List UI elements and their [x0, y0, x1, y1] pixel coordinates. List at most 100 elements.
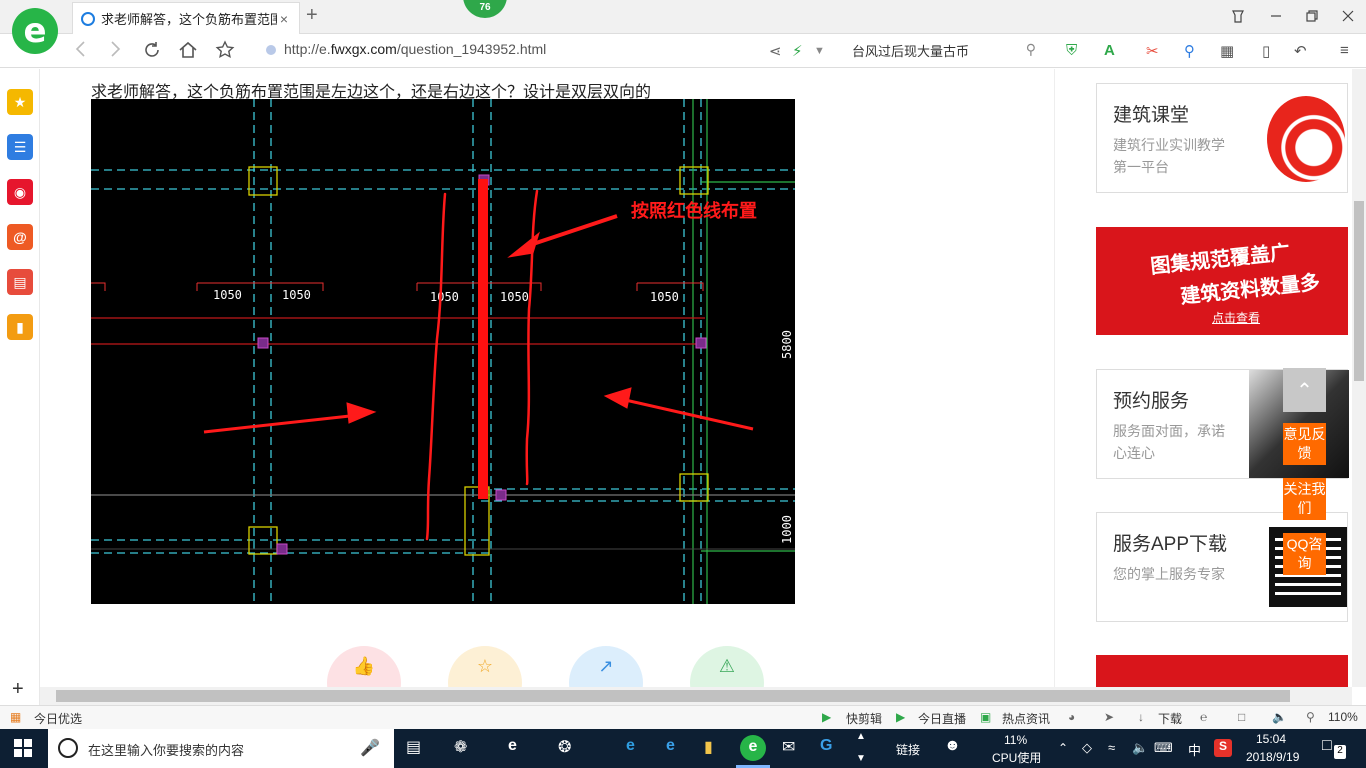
status-item[interactable]: 热点资讯 — [1002, 710, 1050, 727]
speed-icon[interactable]: ◕ — [1068, 710, 1075, 724]
app-swirl-icon[interactable]: ❂ — [558, 737, 571, 757]
feedback-button[interactable]: 意见反馈 — [1283, 423, 1326, 465]
cad-drawing-image: 1050 1050 1050 1050 1050 5800 1000 按照红色线… — [91, 99, 795, 604]
people-icon[interactable]: ☻ — [944, 737, 961, 755]
url-field[interactable]: http://e.fwxgx.com/question_1943952.html — [266, 41, 546, 57]
search-icon[interactable]: ⚲ — [1026, 41, 1036, 58]
back-to-top-icon[interactable]: ⌃ — [1283, 368, 1326, 412]
add-sidebar-button[interactable]: + — [12, 678, 24, 701]
close-icon[interactable] — [1340, 8, 1356, 27]
zoom-level[interactable]: 110% — [1328, 710, 1358, 724]
edge-icon[interactable]: e — [626, 737, 635, 755]
promo-banner[interactable]: 图集规范覆盖广 建筑资料数量多 点击查看 — [1096, 227, 1348, 335]
new-tab-button[interactable]: + — [306, 4, 318, 27]
app-g-icon[interactable]: G — [820, 737, 832, 755]
ime-indicator[interactable]: 中 — [1188, 740, 1201, 759]
volume-tray-icon[interactable]: 🔈 — [1132, 740, 1148, 756]
browser-logo-icon[interactable]: e — [12, 8, 58, 54]
security-shield-icon[interactable]: ⛨ — [1066, 42, 1077, 59]
dim-label: 1050 — [213, 288, 242, 302]
cad-drawing-svg: 1050 1050 1050 1050 1050 5800 1000 按照红色线… — [91, 99, 795, 604]
windows-start-icon[interactable] — [14, 739, 32, 762]
status-left-label[interactable]: 今日优选 — [34, 710, 82, 727]
back-icon[interactable] — [74, 40, 88, 63]
speed-mode-icon[interactable]: ⚡ — [792, 42, 803, 60]
tray-expand-icon[interactable]: ⌃ — [1058, 741, 1068, 755]
card-desc: 服务面对面，承诺心连心 — [1113, 423, 1225, 461]
left-sidebar — [0, 69, 40, 706]
browser-e-icon[interactable]: e — [508, 737, 517, 755]
clock-time[interactable]: 15:04 — [1256, 732, 1286, 746]
dim-label: 1050 — [500, 290, 529, 304]
magnifier-icon[interactable]: ⚲ — [1184, 42, 1195, 60]
sogou-ime-icon[interactable]: S — [1214, 739, 1232, 757]
notes-icon[interactable]: ▮ — [7, 314, 33, 340]
forward-icon[interactable] — [108, 40, 122, 63]
pinwheel-app-icon[interactable]: ❁ — [454, 737, 467, 757]
task-view-icon[interactable]: ▤ — [406, 737, 421, 757]
minimize-icon[interactable] — [1268, 8, 1284, 27]
weibo-icon[interactable]: ◉ — [7, 179, 33, 205]
tray-app-icon[interactable]: ◇ — [1082, 740, 1092, 756]
file-explorer-icon[interactable]: ▮ — [704, 737, 713, 757]
maximize-icon[interactable] — [1304, 8, 1320, 27]
volume-icon[interactable]: 🔈 — [1272, 710, 1287, 724]
scrollbar-thumb[interactable] — [1354, 201, 1364, 381]
vertical-scrollbar[interactable] — [1352, 69, 1366, 687]
screenshot-icon[interactable]: ✂ — [1146, 42, 1159, 60]
browser-tab[interactable]: 求老师解答，这个负筋布置范围是 × — [72, 2, 300, 34]
mobile-icon[interactable]: ▯ — [1262, 42, 1270, 60]
card-building-class[interactable]: 建筑课堂 建筑行业实训教学第一平台 — [1096, 83, 1348, 193]
home-icon[interactable] — [178, 40, 198, 65]
undo-icon[interactable]: ↶ — [1294, 42, 1307, 60]
horizontal-scrollbar[interactable] — [40, 687, 1352, 705]
taskbar-scroll-up-icon[interactable]: ▲ — [856, 731, 866, 742]
side-dim-label: 1000 — [780, 515, 794, 544]
game-icon[interactable]: ▤ — [7, 269, 33, 295]
apps-icon[interactable]: ▦ — [1220, 42, 1234, 60]
taskbar-scroll-down-icon[interactable]: ▼ — [856, 753, 866, 764]
action-center-icon[interactable]: □ — [1322, 737, 1332, 755]
keyboard-icon[interactable]: ⌨ — [1154, 740, 1173, 756]
search-input[interactable]: 台风过后现大量古币 ⚲ — [840, 38, 1040, 62]
status-item[interactable]: 下载 — [1158, 710, 1182, 727]
refresh-icon[interactable] — [142, 40, 162, 65]
qq-consult-button[interactable]: QQ咨询 — [1283, 533, 1326, 575]
pin-icon[interactable]: ➤ — [1104, 710, 1114, 724]
share-page-icon[interactable]: ⋖ — [769, 42, 782, 60]
follow-us-button[interactable]: 关注我们 — [1283, 478, 1326, 520]
translate-icon[interactable]: A — [1104, 42, 1115, 59]
chevron-down-icon[interactable]: ▼ — [814, 45, 825, 57]
restore-icon[interactable] — [1230, 8, 1246, 27]
microphone-icon[interactable]: 🎤 — [360, 738, 380, 758]
side-dim-label: 5800 — [780, 330, 794, 359]
tab-close-icon[interactable]: × — [277, 11, 291, 27]
news-icon[interactable]: ☰ — [7, 134, 33, 160]
cpu-label: CPU使用 — [992, 751, 1042, 765]
mail-app-icon[interactable]: ✉ — [782, 737, 795, 757]
favorites-icon[interactable]: ★ — [7, 89, 33, 115]
browser-360-icon[interactable]: e — [740, 735, 766, 761]
mail-icon[interactable]: @ — [7, 224, 33, 250]
card-title: 服务APP下载 — [1113, 534, 1228, 555]
status-item[interactable]: 今日直播 — [918, 710, 966, 727]
links-toolbar[interactable]: 链接 — [896, 741, 920, 758]
cad-annotation: 按照红色线布置 — [631, 200, 757, 222]
url-prefix: http://e. — [284, 41, 331, 57]
window-icon[interactable]: □ — [1238, 710, 1245, 724]
star-icon[interactable] — [215, 40, 235, 65]
site-info-icon[interactable] — [266, 45, 276, 56]
bottom-banner[interactable] — [1096, 655, 1348, 687]
menu-icon[interactable]: ≡ — [1340, 42, 1349, 59]
wifi-icon[interactable]: ≈ — [1108, 740, 1115, 755]
status-item[interactable]: 快剪辑 — [846, 710, 882, 727]
ie-icon[interactable]: e — [666, 737, 675, 755]
ad-cta[interactable]: 点击查看 — [1212, 309, 1260, 326]
zoom-icon[interactable]: ⚲ — [1306, 710, 1315, 724]
taskbar-search-input[interactable]: 在这里输入你要搜索的内容 🎤 — [48, 729, 394, 768]
clock-date[interactable]: 2018/9/19 — [1246, 750, 1299, 764]
ie-mode-icon[interactable]: ℮ — [1200, 710, 1207, 724]
scrollbar-thumb[interactable] — [56, 690, 1290, 702]
status-bar: ▦ 今日优选 ▶ 快剪辑 ▶ 今日直播 ▣ 热点资讯 ◕ ➤ ↓ 下载 ℮ □ … — [0, 705, 1366, 729]
taskbar: 在这里输入你要搜索的内容 🎤 ▤ ❁ e ❂ e e ▮ e ✉ G ▲ ▼ 链… — [0, 729, 1366, 768]
